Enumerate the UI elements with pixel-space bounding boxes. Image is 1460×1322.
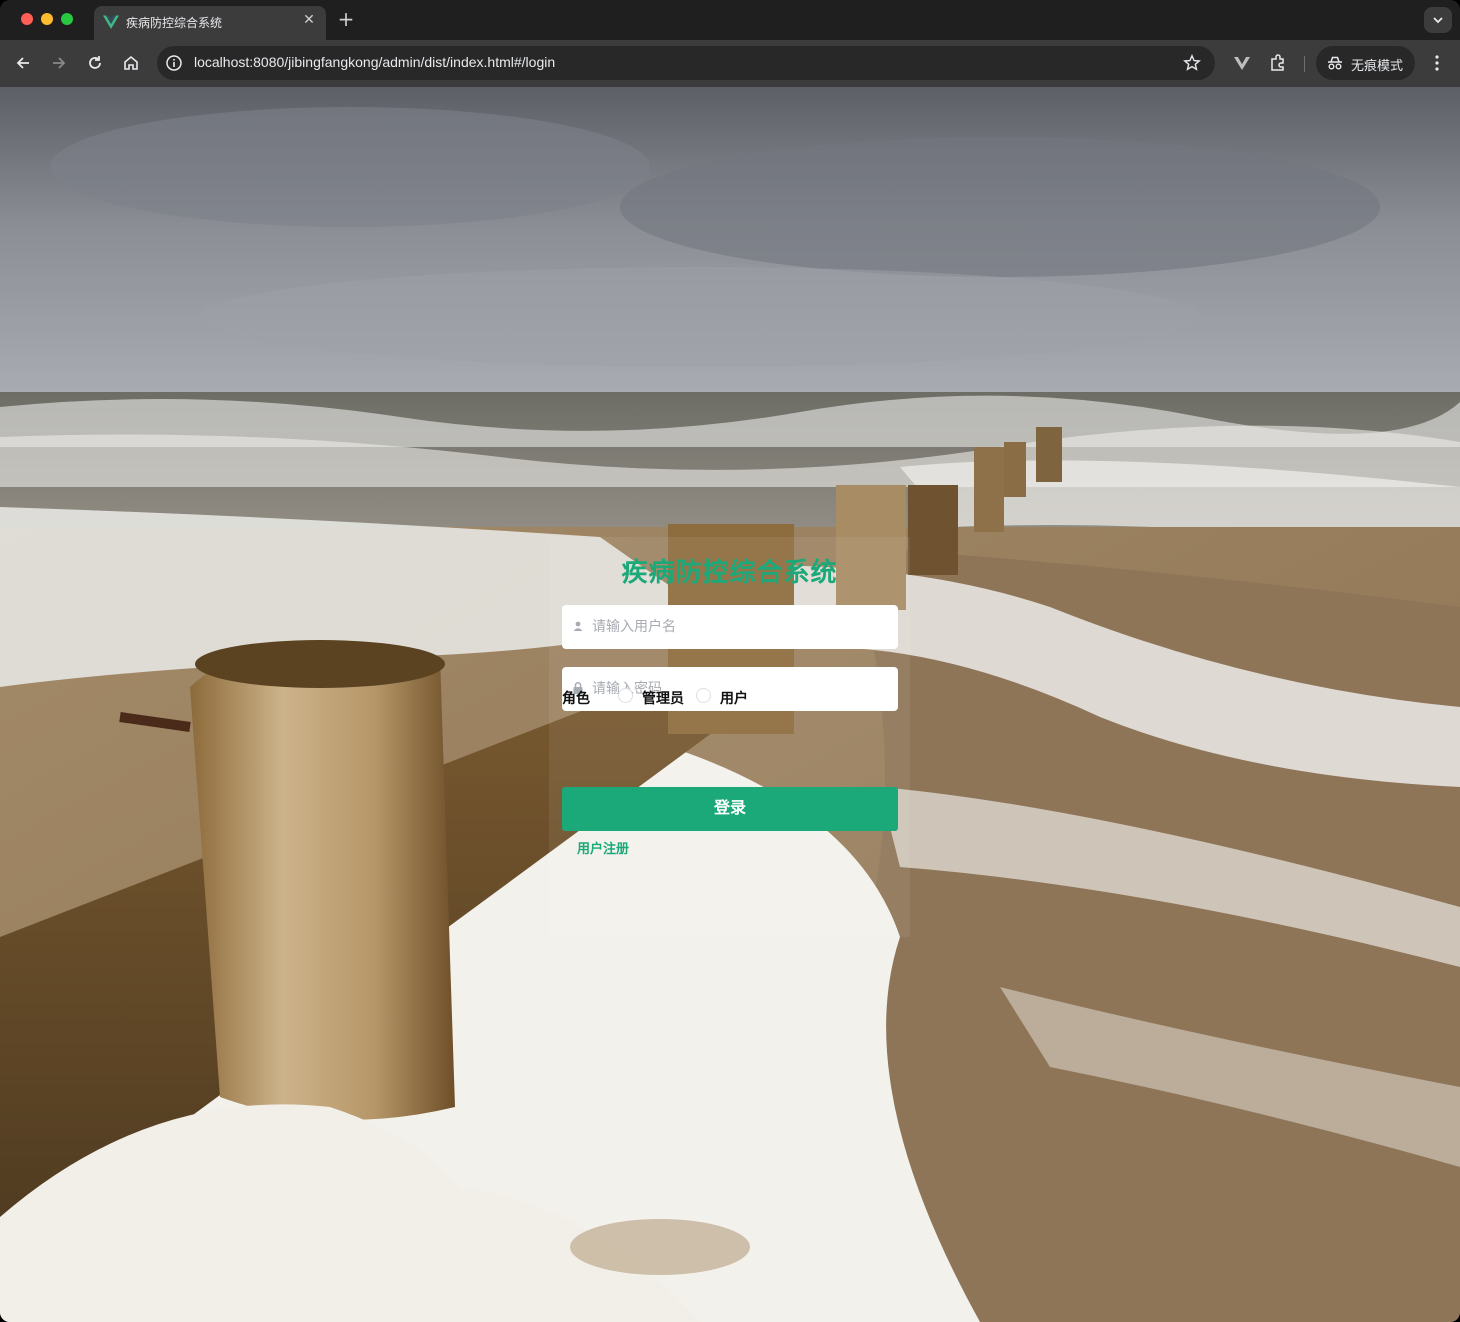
- extensions-icon[interactable]: [1268, 53, 1288, 73]
- home-icon[interactable]: [121, 53, 141, 73]
- vue-devtools-icon[interactable]: [1232, 53, 1252, 73]
- close-tab-icon[interactable]: ✕: [300, 11, 318, 29]
- browser-toolbar: localhost:8080/jibingfangkong/admin/dist…: [0, 40, 1460, 87]
- login-form: 疾病防控综合系统 角色 管理员 用户: [549, 537, 910, 937]
- radio-admin-label[interactable]: 管理员: [642, 688, 684, 708]
- username-input[interactable]: [592, 605, 892, 649]
- tab-title: 疾病防控综合系统: [126, 16, 223, 30]
- role-label: 角色: [562, 691, 590, 707]
- menu-icon[interactable]: [1428, 53, 1446, 73]
- radio-user[interactable]: [696, 688, 711, 703]
- login-title: 疾病防控综合系统: [621, 558, 838, 588]
- username-field[interactable]: [562, 605, 898, 649]
- radio-user-label[interactable]: 用户: [720, 688, 748, 708]
- back-icon[interactable]: [13, 53, 33, 73]
- vue-logo-icon: [103, 15, 119, 29]
- info-icon[interactable]: [165, 54, 183, 72]
- chevron-down-icon: [1433, 17, 1443, 24]
- url-text[interactable]: localhost:8080/jibingfangkong/admin/dist…: [194, 54, 555, 70]
- browser-window: 疾病防控综合系统 ✕ + localhost:8080/jibingfangko…: [0, 0, 1460, 1322]
- user-icon: [573, 621, 583, 631]
- browser-tab[interactable]: 疾病防控综合系统 ✕: [94, 6, 326, 40]
- radio-admin[interactable]: [618, 688, 633, 703]
- close-window-button[interactable]: [21, 13, 33, 25]
- maximize-window-button[interactable]: [61, 13, 73, 25]
- tab-strip: 疾病防控综合系统 ✕ +: [0, 0, 1460, 40]
- address-bar[interactable]: localhost:8080/jibingfangkong/admin/dist…: [157, 46, 1215, 80]
- minimize-window-button[interactable]: [41, 13, 53, 25]
- incognito-label: 无痕模式: [1351, 59, 1404, 74]
- tab-search-button[interactable]: [1424, 7, 1452, 33]
- page-viewport: 疾病防控综合系统 角色 管理员 用户: [0, 87, 1460, 1322]
- login-button[interactable]: 登录: [562, 787, 898, 831]
- reload-icon[interactable]: [85, 53, 105, 73]
- incognito-icon: [1328, 56, 1342, 70]
- new-tab-button[interactable]: +: [336, 8, 356, 30]
- role-selector: 角色 管理员 用户: [562, 685, 898, 709]
- forward-icon[interactable]: [49, 53, 69, 73]
- toolbar-separator: [1304, 56, 1305, 72]
- incognito-button[interactable]: 无痕模式: [1316, 46, 1415, 80]
- register-link[interactable]: 用户注册: [577, 838, 629, 857]
- star-icon[interactable]: [1183, 54, 1201, 72]
